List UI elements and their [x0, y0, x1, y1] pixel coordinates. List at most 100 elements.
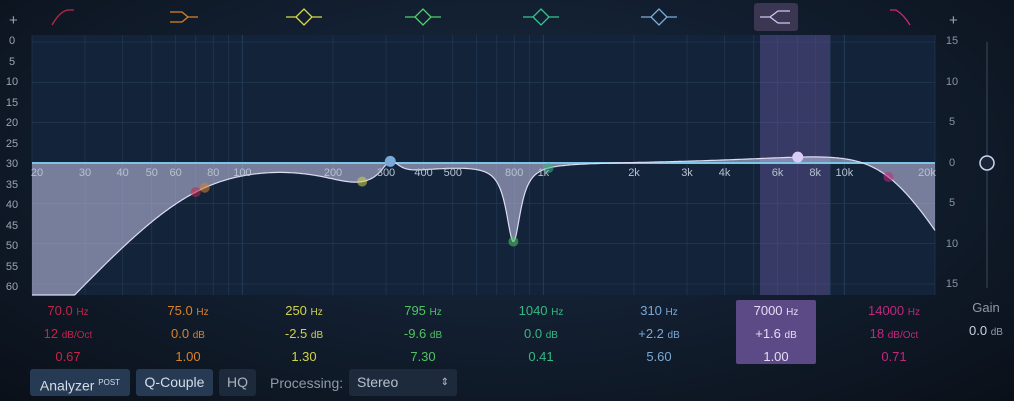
band-q[interactable]: 1.30	[264, 346, 344, 367]
band-1-values[interactable]: 70.0 Hz 12 dB/Oct 0.67	[28, 300, 108, 367]
frequency-label: 500	[443, 167, 462, 179]
gain-value: +2.2	[638, 326, 664, 341]
band-frequency[interactable]: 75.0 Hz	[148, 300, 228, 323]
frequency-label: 300	[376, 167, 396, 179]
freq-unit: Hz	[786, 307, 799, 318]
frequency-label: 20k	[918, 167, 936, 179]
band-frequency[interactable]: 310 Hz	[619, 300, 699, 323]
band-handle	[508, 236, 519, 247]
band-handle	[384, 155, 396, 167]
gain-value[interactable]: 0.0 dB	[958, 323, 1014, 338]
band-gain[interactable]: -9.6 dB	[383, 323, 463, 346]
gain-value: -9.6	[403, 326, 427, 341]
band-q[interactable]: 0.71	[854, 346, 934, 367]
band-gain[interactable]: +1.6 dB	[736, 323, 816, 346]
gain-value: 12	[43, 326, 59, 341]
freq-value: 70.0	[47, 303, 73, 318]
gain-value: 18	[869, 326, 885, 341]
frequency-label: 30	[78, 167, 92, 179]
processing-select[interactable]: Stereo ⇕	[349, 369, 457, 396]
band-gain[interactable]: 0.0 dB	[148, 323, 228, 346]
gain-unit: dB/Oct	[61, 330, 93, 341]
band-gain[interactable]: -2.5 dB	[264, 323, 344, 346]
freq-value: 75.0	[167, 303, 193, 318]
frequency-label: 100	[233, 167, 252, 179]
gain-value: -2.5	[284, 326, 308, 341]
freq-value: 14000	[867, 303, 905, 318]
band-frequency[interactable]: 70.0 Hz	[28, 300, 108, 323]
frequency-label: 200	[323, 167, 343, 179]
freq-unit: Hz	[665, 307, 678, 318]
freq-value: 795	[404, 303, 426, 318]
gain-value: +1.6	[755, 326, 781, 341]
analyzer-label: Analyzer	[39, 377, 95, 394]
band-handle	[883, 171, 894, 182]
band-frequency[interactable]: 1040 Hz	[501, 300, 581, 323]
band-handle	[792, 151, 804, 163]
frequency-label: 4k	[718, 167, 731, 179]
band-q[interactable]: 1.00	[148, 346, 228, 367]
freq-value: 250	[285, 303, 307, 318]
band-q[interactable]: 0.67	[28, 346, 108, 367]
frequency-label: 6k	[771, 167, 784, 179]
analyzer-button[interactable]: Analyzer POST	[30, 369, 130, 396]
band-5-values[interactable]: 1040 Hz 0.0 dB 0.41	[501, 300, 581, 367]
frequency-label: 80	[207, 167, 220, 179]
gain-unit: dB	[667, 330, 680, 341]
frequency-label: 8k	[809, 167, 822, 179]
band-gain[interactable]: 18 dB/Oct	[854, 323, 934, 346]
band-frequency[interactable]: 795 Hz	[383, 300, 463, 323]
band-q[interactable]: 7.30	[383, 346, 463, 367]
gain-unit: dB	[784, 330, 797, 341]
gain-label: Gain	[972, 300, 1000, 315]
gain-unit: dB	[429, 330, 443, 341]
band-handle	[199, 182, 210, 193]
band-frequency[interactable]: 250 Hz	[264, 300, 344, 323]
gain-unit: dB	[310, 330, 324, 341]
freq-unit: Hz	[196, 307, 209, 318]
frequency-label: 40	[116, 167, 129, 179]
band-gain[interactable]: 0.0 dB	[501, 323, 581, 346]
band-q[interactable]: 0.41	[501, 346, 581, 367]
hq-button[interactable]: HQ	[219, 369, 256, 396]
band-q[interactable]: 1.00	[736, 346, 816, 367]
band-gain[interactable]: +2.2 dB	[619, 323, 699, 346]
frequency-label: 400	[414, 167, 433, 179]
frequency-label: 2k	[628, 167, 640, 179]
frequency-label: 10k	[835, 167, 854, 179]
band-frequency[interactable]: 7000 Hz	[736, 300, 816, 323]
band-frequency[interactable]: 14000 Hz	[854, 300, 934, 323]
band-4-values[interactable]: 795 Hz -9.6 dB 7.30	[383, 300, 463, 367]
eq-graph[interactable]	[0, 0, 1014, 300]
gain-value: 0.0	[524, 326, 543, 341]
band-3-values[interactable]: 250 Hz -2.5 dB 1.30	[264, 300, 344, 367]
frequency-label: 60	[169, 167, 182, 179]
freq-unit: Hz	[76, 307, 89, 318]
band-8-values[interactable]: 14000 Hz 18 dB/Oct 0.71	[854, 300, 934, 367]
freq-unit: Hz	[310, 307, 323, 318]
q-couple-button[interactable]: Q-Couple	[136, 369, 213, 396]
band-7-values[interactable]: 7000 Hz +1.6 dB 1.00	[736, 300, 816, 364]
gain-value: 0.0	[171, 326, 190, 341]
gain-unit: dB	[990, 327, 1003, 338]
freq-unit: Hz	[429, 307, 442, 318]
freq-unit: Hz	[907, 307, 920, 318]
processing-value: Stereo	[357, 374, 399, 390]
frequency-label: 1k	[537, 167, 550, 179]
band-handle	[357, 176, 368, 187]
frequency-label: 800	[505, 167, 524, 179]
frequency-label: 3k	[681, 167, 693, 179]
band-handle	[190, 187, 201, 198]
processing-label: Processing:	[270, 375, 344, 391]
band-6-values[interactable]: 310 Hz +2.2 dB 5.60	[619, 300, 699, 367]
band-q[interactable]: 5.60	[619, 346, 699, 367]
freq-value: 310	[640, 303, 662, 318]
gain-unit: dB/Oct	[887, 330, 919, 341]
band-2-values[interactable]: 75.0 Hz 0.0 dB 1.00	[148, 300, 228, 367]
chevron-updown-icon: ⇕	[440, 377, 449, 388]
frequency-label: 20	[30, 167, 44, 179]
band-gain[interactable]: 12 dB/Oct	[28, 323, 108, 346]
gain-slider-knob	[979, 155, 995, 171]
analyzer-mode: POST	[98, 378, 121, 387]
frequency-label: 50	[145, 167, 158, 179]
